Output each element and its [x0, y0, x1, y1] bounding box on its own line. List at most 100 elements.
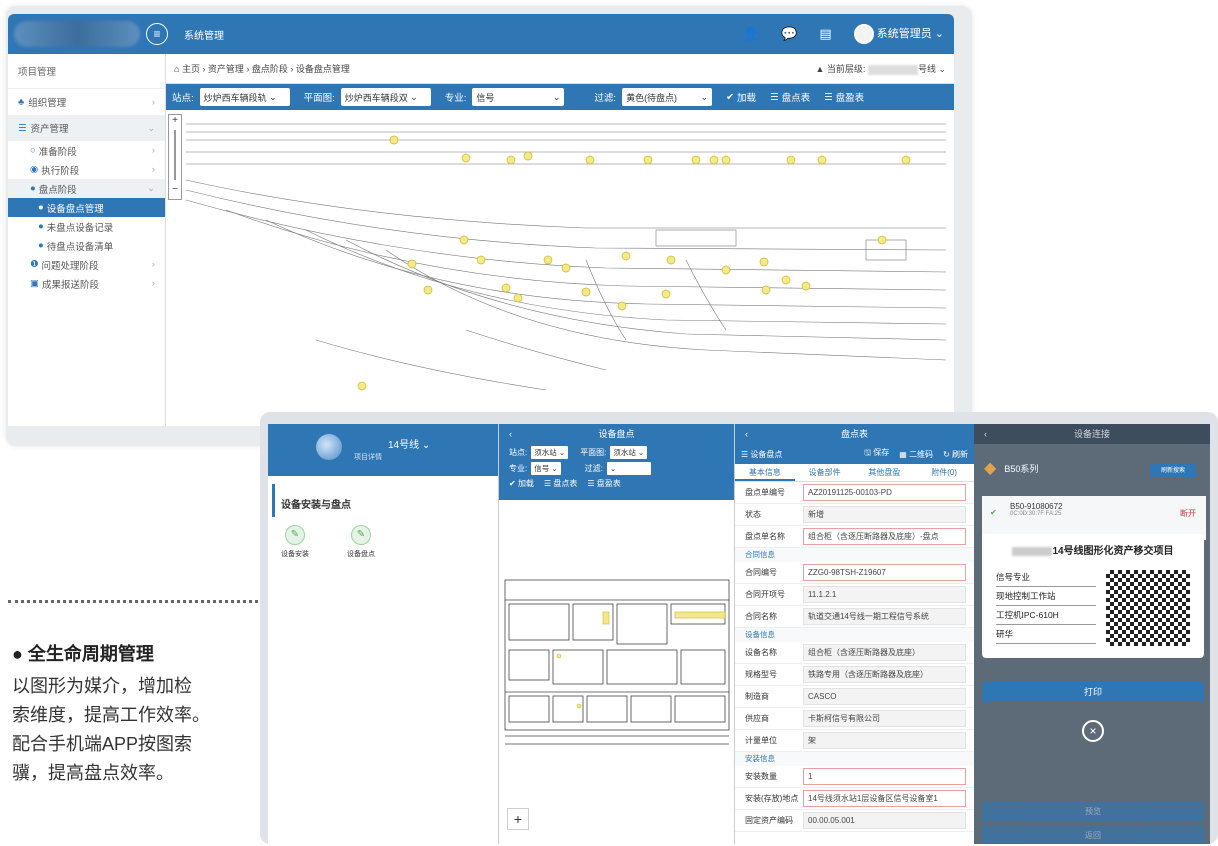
tab-attachments[interactable]: 附件(0): [914, 464, 974, 481]
station-select[interactable]: 炒炉西车辆段轨 ⌄: [199, 88, 290, 106]
current-level-label: 当前层级:: [826, 64, 866, 74]
field-label: 合同编号: [745, 568, 777, 577]
track-map: [185, 123, 947, 391]
floor-plan[interactable]: +: [499, 500, 735, 844]
chat-icon[interactable]: 💬: [781, 26, 797, 42]
form-title-text: 设备盘点: [750, 449, 783, 459]
field-label: 盘点单编号: [745, 488, 785, 497]
current-level[interactable]: ▲ 当前层级: 号线 ⌄: [815, 62, 946, 75]
tab-parts[interactable]: 设备部件: [795, 464, 855, 481]
menu-toggle-button[interactable]: ≡: [146, 23, 168, 45]
chevron-right-icon: ›: [152, 97, 155, 107]
disconnect-button[interactable]: 断开: [1180, 508, 1196, 519]
screen-title: 设备连接: [1073, 429, 1110, 439]
track-map-canvas[interactable]: + −: [166, 110, 954, 426]
order-number-field[interactable]: AZ20191125-00103-PD: [803, 484, 966, 501]
label-table: 信号专业 现地控制工作站 工控机IPC-610H 研华: [996, 568, 1096, 644]
mobile-home-screen: 14号线 ⌄ 项目详情 设备安装与盘点 ✎ 设备安装 ✎ 设备盘点: [268, 424, 498, 844]
sidebar-stage-pending[interactable]: ● 待盘点设备清单: [8, 236, 165, 255]
load-button[interactable]: ✔ 加载: [509, 478, 534, 489]
news-icon[interactable]: ▤: [819, 26, 831, 42]
inventory-table-button[interactable]: ☰ 盘点表: [770, 90, 810, 105]
caption-title: ● 全生命周期管理: [12, 644, 154, 664]
printer-series: ◆ B50系列: [984, 458, 1038, 478]
field-label: 计量单位: [745, 736, 777, 745]
field-label: 设备名称: [745, 648, 777, 657]
load-button[interactable]: ✔ 加载: [726, 90, 756, 105]
station-select[interactable]: 须水站 ⌄: [531, 446, 569, 459]
section-contract: 合同信息: [735, 548, 974, 562]
contract-item-field[interactable]: 11.1.2.1: [803, 586, 966, 603]
spec-field[interactable]: 铁路专用（含逐压断路器及底座）: [803, 666, 966, 683]
qr-button[interactable]: ▦ 二维码: [899, 449, 933, 460]
sidebar-item-assets[interactable]: ☰ 资产管理 ⌄: [8, 115, 165, 141]
avatar: [853, 24, 874, 44]
device-name-field[interactable]: 组合柜（含逐压断路器及底座）: [803, 644, 966, 661]
device-id: B50-91080672: [1010, 502, 1063, 511]
inventory-table-button[interactable]: ☰ 盘点表: [544, 478, 577, 489]
chevron-right-icon: ›: [151, 259, 155, 270]
sidebar-item-label: 组织管理: [28, 98, 67, 109]
major-label: 专业:: [444, 93, 467, 104]
system-title: 系统管理: [184, 30, 224, 42]
user-icon[interactable]: 👤: [743, 26, 759, 42]
line-title[interactable]: 14号线 ⌄: [388, 436, 430, 451]
refresh-search-button[interactable]: 刷新搜索: [1150, 464, 1196, 478]
sidebar-stage-uncounted[interactable]: ● 未盘点设备记录: [8, 217, 165, 236]
surplus-table-button[interactable]: ☰ 盘盈表: [824, 90, 864, 105]
order-name-field[interactable]: 组合柜（含逐压断路器及底座）-盘点: [803, 528, 966, 545]
supplier-field[interactable]: 卡斯柯信号有限公司: [803, 710, 966, 727]
sidebar-sub-issues[interactable]: ❶ 问题处理阶段 ›: [8, 255, 165, 274]
sidebar-sub-results[interactable]: ▣ 成果报送阶段 ›: [8, 274, 165, 293]
inventory-tile[interactable]: ✎ 设备盘点: [342, 525, 380, 559]
sidebar-stage-manage[interactable]: ● 设备盘点管理: [8, 198, 165, 217]
sidebar-sub-inventory[interactable]: ● 盘点阶段 ⌄: [8, 179, 165, 198]
back-icon[interactable]: ‹: [509, 424, 512, 444]
tile-label: 设备安装: [281, 551, 309, 558]
form-row: 合同名称 轨道交通14号线一期工程信号系统: [735, 606, 974, 628]
blurred-line-name: [867, 64, 918, 75]
major-select[interactable]: 信号 ⌄: [531, 462, 561, 475]
back-icon[interactable]: ‹: [984, 424, 987, 444]
contract-name-field[interactable]: 轨道交通14号线一期工程信号系统: [803, 608, 966, 625]
field-label: 供应商: [745, 714, 769, 723]
filter-select[interactable]: 黄色(待盘点) ⌄: [622, 88, 713, 106]
home-icon[interactable]: ⌂: [174, 64, 182, 74]
back-icon[interactable]: ‹: [745, 424, 748, 444]
asset-code-field[interactable]: 00.00.05.001: [803, 812, 966, 829]
close-icon[interactable]: ×: [1082, 720, 1104, 742]
manufacturer-field[interactable]: CASCO: [803, 688, 966, 705]
form-row: 制造商 CASCO: [735, 686, 974, 708]
tab-other[interactable]: 其他盘盈: [855, 464, 915, 481]
tile-label: 设备盘点: [347, 551, 375, 558]
tab-basic[interactable]: 基本信息: [735, 464, 795, 481]
plan-select[interactable]: 须水站 ⌄: [610, 446, 648, 459]
preview-button[interactable]: 预览: [982, 802, 1204, 822]
project-detail-link[interactable]: 项目详情: [354, 452, 382, 462]
sidebar-sub-label: 问题处理阶段: [41, 260, 99, 272]
contract-number-field[interactable]: ZZG0-98TSH-Z19607: [803, 564, 966, 581]
filter-select[interactable]: ⌄: [606, 462, 651, 475]
quantity-stepper[interactable]: 1: [803, 768, 966, 785]
status-field[interactable]: 新增: [803, 506, 966, 523]
form-row: 盘点单名称 组合柜（含逐压断路器及底座）-盘点: [735, 526, 974, 548]
install-tile[interactable]: ✎ 设备安装: [276, 525, 314, 559]
save-button[interactable]: 🖫 保存: [864, 447, 889, 461]
zoom-in-icon[interactable]: +: [507, 808, 529, 830]
return-button[interactable]: 返回: [982, 826, 1204, 844]
label-title: 14号线图形化资产移交项目: [990, 542, 1196, 557]
major-select[interactable]: 信号 ⌄: [472, 88, 565, 106]
surplus-table-button[interactable]: ☰ 盘盈表: [587, 478, 620, 489]
refresh-button[interactable]: ↻ 刷新: [943, 449, 968, 460]
print-button[interactable]: 打印: [982, 682, 1204, 702]
user-menu[interactable]: 系统管理员 ⌄: [853, 24, 944, 44]
sidebar-item-org[interactable]: ♣ 组织管理 ›: [8, 89, 165, 115]
location-field[interactable]: 14号线须水站1层设备区信号设备室1: [803, 790, 966, 807]
sidebar-sub-prepare[interactable]: ○ 准备阶段 ›: [8, 141, 165, 160]
sidebar-sub-execute[interactable]: ◉ 执行阶段 ›: [8, 160, 165, 179]
save-label: 保存: [873, 448, 890, 457]
plan-select[interactable]: 炒炉西车辆段双 ⌄: [340, 88, 431, 106]
field-label: 安装(存放)地点: [745, 794, 799, 803]
section-title: 设备安装与盘点: [272, 484, 498, 517]
unit-field[interactable]: 架: [803, 732, 966, 749]
